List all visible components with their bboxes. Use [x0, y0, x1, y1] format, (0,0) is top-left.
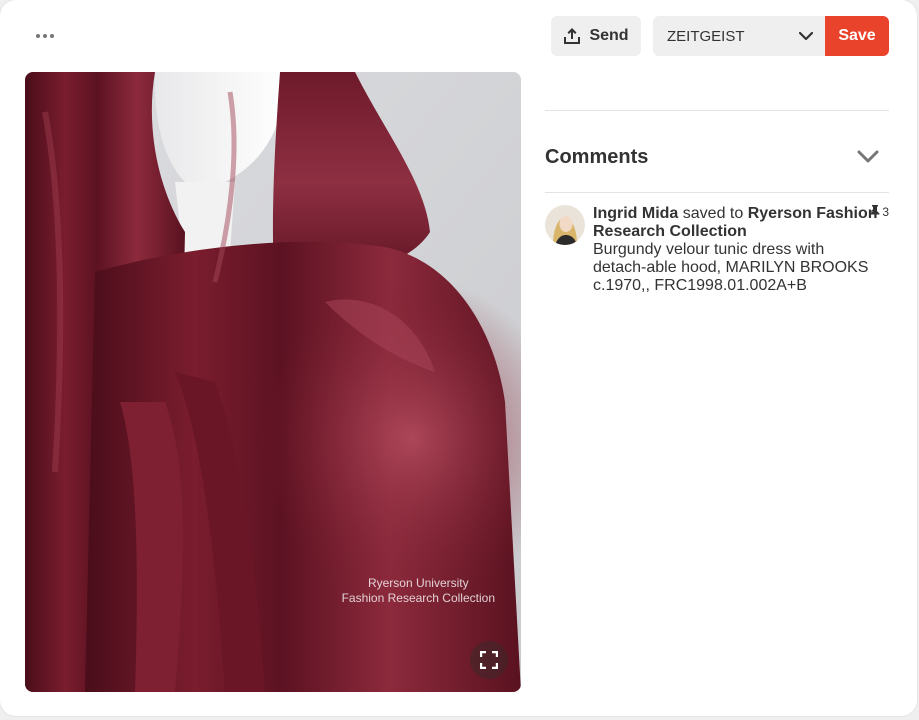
activity-user-link[interactable]: Ingrid Mida — [593, 205, 678, 222]
ellipsis-icon — [36, 34, 40, 38]
comments-toggle-button[interactable] — [853, 142, 883, 172]
fullscreen-icon — [480, 651, 498, 669]
pin-image[interactable]: Ryerson University Fashion Research Coll… — [25, 72, 521, 692]
send-button[interactable]: Send — [551, 16, 641, 56]
section-divider — [545, 192, 889, 193]
watermark-line-2: Fashion Research Collection — [341, 591, 495, 605]
avatar[interactable] — [545, 205, 585, 245]
more-options-button[interactable] — [30, 22, 60, 50]
image-watermark: Ryerson University Fashion Research Coll… — [342, 576, 495, 606]
repin-count: 3 — [870, 205, 889, 219]
comments-header[interactable]: Comments — [545, 138, 889, 176]
chevron-down-icon — [857, 150, 879, 163]
fullscreen-button[interactable] — [470, 641, 508, 679]
share-upload-icon — [564, 28, 581, 44]
pin-closeup-card: Send ZEITGEIST Save Ryerson University F… — [0, 0, 917, 716]
save-button[interactable]: Save — [825, 16, 889, 56]
send-label: Send — [589, 27, 629, 44]
comments-title: Comments — [545, 145, 649, 168]
activity-text: Ingrid Mida saved to Ryerson Fashion Res… — [593, 205, 883, 295]
pin-description: Burgundy velour tunic dress with detach-… — [593, 241, 869, 294]
board-selector-value: ZEITGEIST — [667, 27, 745, 45]
chevron-down-icon — [799, 31, 813, 40]
ellipsis-dot — [43, 34, 47, 38]
section-divider — [545, 110, 889, 111]
pin-icon — [870, 205, 880, 219]
repin-count-value: 3 — [882, 205, 889, 219]
user-avatar-photo — [545, 205, 585, 245]
ellipsis-dot — [50, 34, 54, 38]
board-selector-dropdown[interactable]: ZEITGEIST — [653, 16, 825, 56]
activity-action: saved to — [682, 205, 744, 222]
watermark-line-1: Ryerson University — [367, 576, 469, 590]
